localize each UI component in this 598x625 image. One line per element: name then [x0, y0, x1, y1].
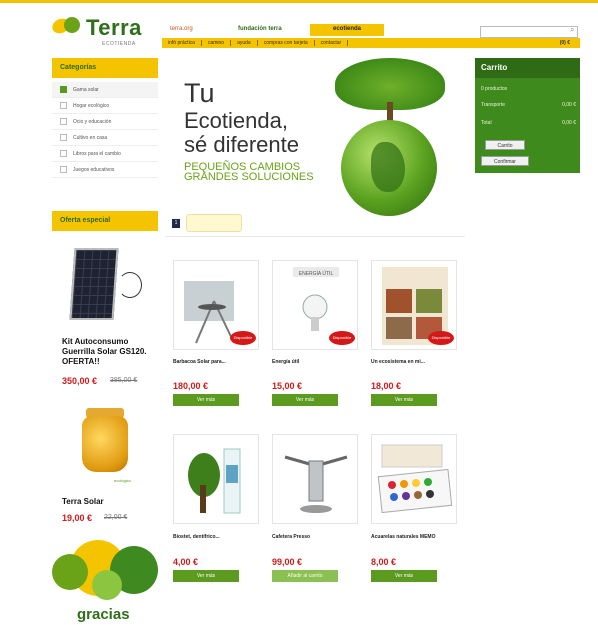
cart-button[interactable]: Carrito	[485, 140, 525, 150]
category-item[interactable]: Ocio y educación	[52, 114, 158, 130]
offer-product-price: 350,00 €	[62, 376, 98, 386]
slider-pager-button[interactable]: 1	[172, 219, 180, 228]
category-item[interactable]: Libros para el cambio	[52, 146, 158, 162]
category-list: Gama solar Hogar ecológico Ocio y educac…	[52, 82, 158, 178]
special-offer-heading: Oferta especial	[52, 211, 158, 231]
product-title[interactable]: Energía útil	[272, 359, 364, 366]
product-title[interactable]: Barbacoa Solar para...	[173, 359, 265, 366]
leaf-green-icon	[64, 17, 80, 33]
svg-text:ENERGÍA ÚTIL: ENERGÍA ÚTIL	[299, 270, 334, 277]
globe-land	[371, 142, 405, 192]
category-icon	[60, 150, 67, 157]
toothpaste-illustration	[188, 448, 241, 514]
offer2-price: 19,00 €	[62, 513, 93, 523]
hero-line-2: Ecotienda,	[184, 108, 288, 133]
category-item[interactable]: Gama solar	[52, 82, 158, 98]
product-image-solar-bbq[interactable]: Disponible	[173, 260, 259, 350]
circle-lightgreen	[92, 570, 122, 600]
hero-tagline: PEQUEÑOS CAMBIOS GRANDES SOLUCIONES	[184, 161, 314, 183]
categories-heading: Categorías	[52, 58, 158, 78]
offer-product-title[interactable]: Kit Autoconsumo Guerrilla Solar GS120. O…	[62, 337, 162, 367]
menu-item-ayuda[interactable]: ayuda	[231, 40, 258, 46]
search-input[interactable]	[480, 26, 578, 38]
globe-icon	[341, 120, 437, 216]
product-price: 15,00 €	[272, 381, 303, 391]
product-price: 8,00 €	[371, 557, 397, 567]
product-title[interactable]: Acuarelas naturales MEMO	[371, 534, 463, 541]
offer2-old-price: 22,00 €	[104, 514, 128, 521]
confirm-button[interactable]: Confirmar	[481, 156, 529, 166]
thanks-banner-art[interactable]	[52, 540, 158, 606]
product-image-dentifrico[interactable]	[173, 434, 259, 524]
main-menu: infó práctica camino ayuda compras con t…	[162, 38, 580, 48]
top-tabs: terra.org fundación terra ecotienda	[162, 24, 386, 36]
hero-line-1: Tu	[184, 78, 215, 108]
category-icon	[60, 86, 67, 93]
view-more-button[interactable]: Ver más	[272, 394, 338, 406]
product-price: 180,00 €	[173, 381, 209, 391]
product-title[interactable]: Un ecosistema en mi...	[371, 359, 463, 366]
category-icon	[60, 166, 67, 173]
circle-green	[52, 554, 88, 590]
top-accent-line	[0, 0, 598, 3]
product-title[interactable]: Cafetera Presso	[272, 534, 364, 541]
view-more-button[interactable]: Ver más	[371, 570, 437, 582]
category-icon	[60, 118, 67, 125]
cable-image	[118, 272, 142, 298]
product-price: 99,00 €	[272, 557, 303, 567]
offer-product-old-price: 385,00 €	[110, 377, 138, 384]
cart-total-line: Total 0,00 €	[481, 120, 576, 126]
tab-fundacion[interactable]: fundación terra	[230, 24, 308, 36]
watercolor-set-illustration	[377, 444, 453, 514]
brand-name: Terra	[86, 15, 142, 40]
product-price: 4,00 €	[173, 557, 199, 567]
honey-jar-image[interactable]	[82, 408, 128, 472]
product-badge: Disponible	[428, 331, 454, 345]
divider	[165, 236, 465, 237]
add-to-cart-button[interactable]: Añadir al carrito	[272, 570, 338, 582]
view-more-button[interactable]: Ver más	[371, 394, 437, 406]
jar-body	[82, 416, 128, 472]
product-image-acuarelas[interactable]	[371, 434, 457, 524]
cart-title: Carrito	[475, 58, 580, 78]
product-title[interactable]: Biostet, dentífrico...	[173, 534, 265, 541]
category-item[interactable]: Cultivo en casa	[52, 130, 158, 146]
thanks-text: gracias	[77, 606, 130, 623]
hero-line-3: sé diferente	[184, 132, 299, 157]
category-item[interactable]: Hogar ecológico	[52, 98, 158, 114]
logo[interactable]: Terra ECOTIENDA	[49, 15, 162, 51]
tab-ecotienda[interactable]: ecotienda	[310, 24, 384, 36]
slider-pager-pill[interactable]	[186, 214, 242, 232]
cart-box: Carrito 0 productos Transporte 0,00 € Tot…	[475, 58, 580, 173]
menu-item-camino[interactable]: camino	[202, 40, 232, 46]
brand-subtitle: ECOTIENDA	[102, 41, 136, 47]
product-price: 18,00 €	[371, 381, 402, 391]
cart-shipping-line: Transporte 0,00 €	[481, 102, 576, 108]
category-icon	[60, 134, 67, 141]
jar-tag: ecológico	[114, 478, 131, 483]
hero-banner[interactable]: Tu Ecotienda, sé diferente PEQUEÑOS CAMB…	[165, 58, 465, 218]
view-more-button[interactable]: Ver más	[173, 394, 239, 406]
cart-empty-line: 0 productos	[481, 86, 508, 92]
tab-terra-org[interactable]: terra.org	[162, 24, 228, 36]
menu-item-contactar[interactable]: contactar	[315, 40, 349, 46]
product-badge: Disponible	[329, 331, 355, 345]
product-image-cafetera[interactable]	[272, 434, 358, 524]
product-image-energia[interactable]: ENERGÍA ÚTIL Disponible	[272, 260, 358, 350]
coffee-maker-illustration	[284, 455, 348, 513]
view-more-button[interactable]: Ver más	[173, 570, 239, 582]
category-item[interactable]: Juegos educativos	[52, 162, 158, 178]
menu-item-compras[interactable]: compras con tarjeta	[258, 40, 315, 46]
category-icon	[60, 102, 67, 109]
product-image-ecosistema[interactable]: Disponible	[371, 260, 457, 350]
product-badge: Disponible	[230, 331, 256, 345]
mini-cart[interactable]: (0) €	[560, 40, 580, 46]
menu-item-info[interactable]: infó práctica	[162, 40, 202, 46]
solar-panel-image[interactable]	[69, 248, 119, 320]
offer2-title[interactable]: Terra Solar	[62, 497, 104, 506]
search-icon[interactable]: ⌕	[570, 25, 574, 35]
